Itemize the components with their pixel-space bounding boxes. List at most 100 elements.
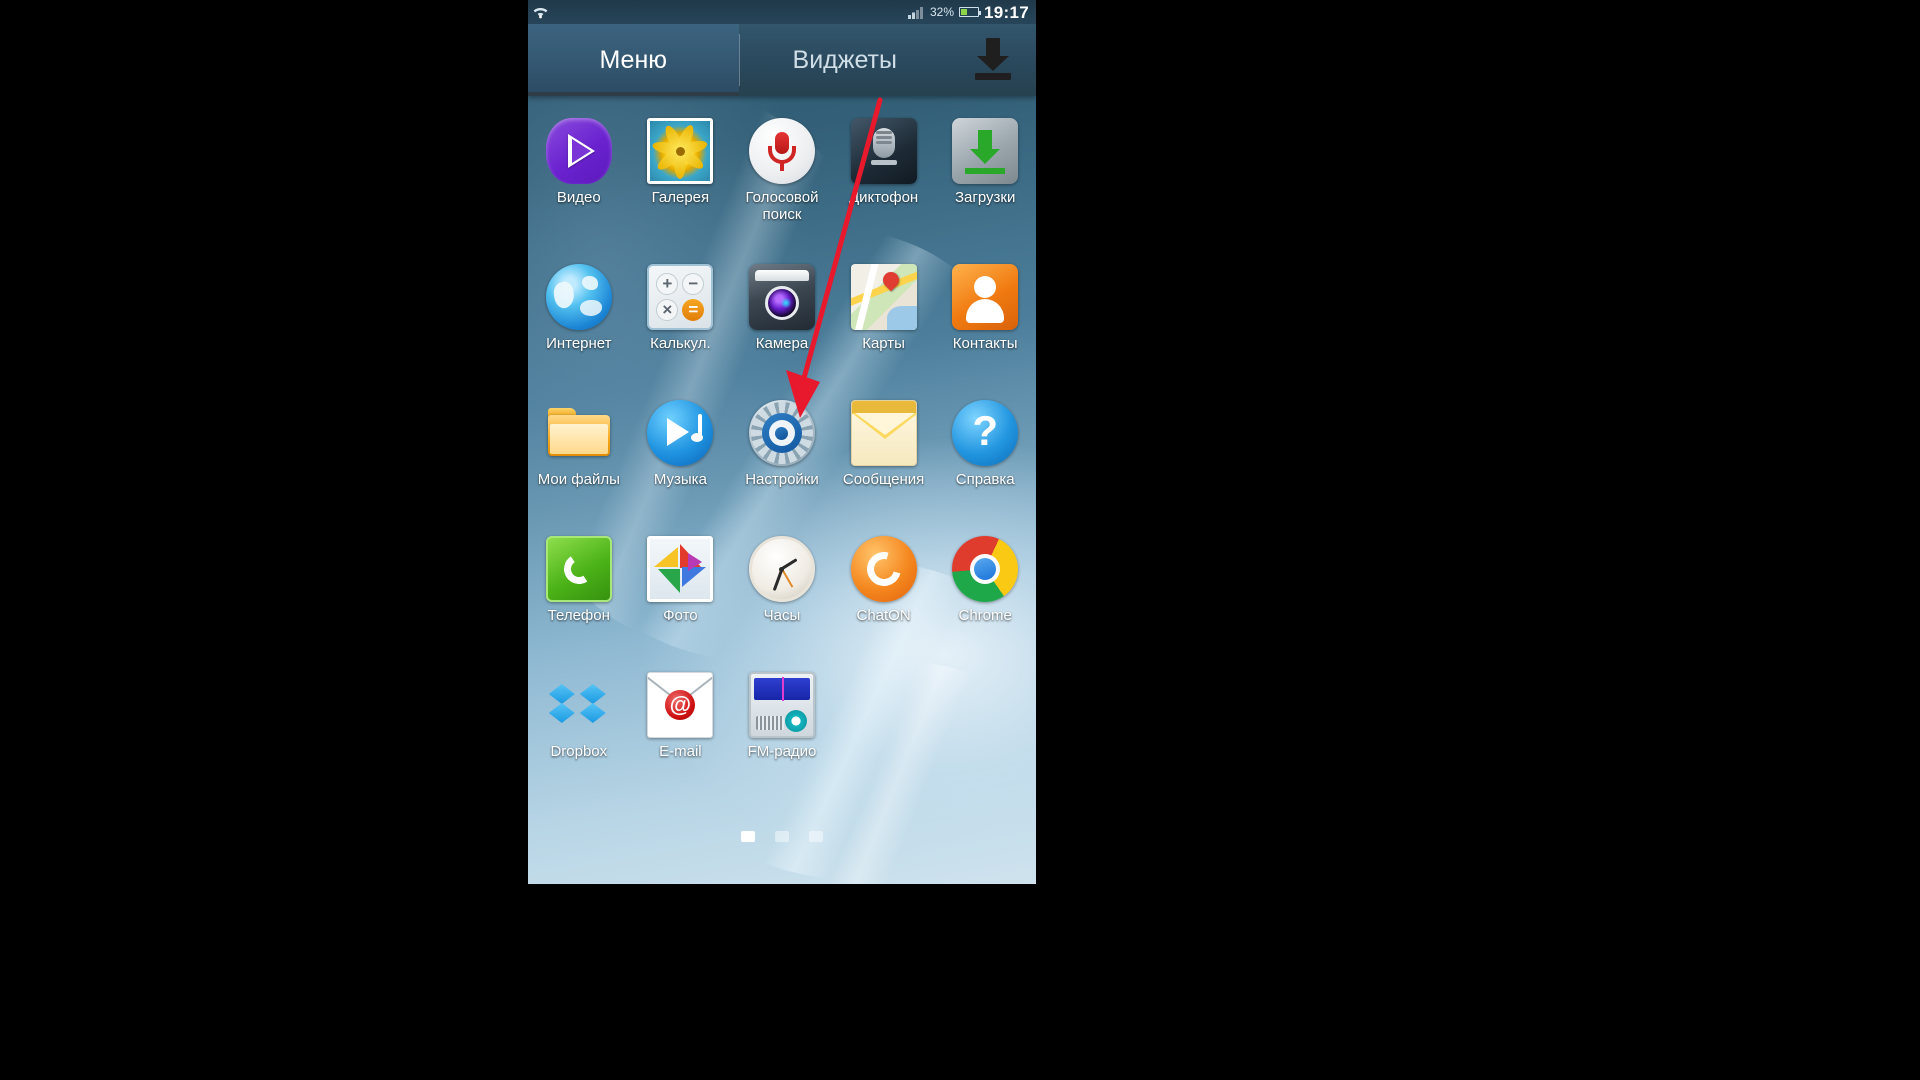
settings-gear-icon bbox=[748, 400, 815, 466]
app-item-video[interactable]: Видео bbox=[528, 118, 630, 224]
app-label: E-mail bbox=[659, 743, 702, 760]
app-item-empty bbox=[934, 672, 1036, 761]
app-label: Сообщения bbox=[842, 471, 925, 488]
app-item-phone[interactable]: Телефон bbox=[528, 536, 630, 625]
photos-pinwheel-icon bbox=[647, 536, 714, 602]
screenshot-stage: 32% 19:17 Меню Виджеты Видео Галерея Гол… bbox=[0, 0, 1920, 1080]
app-label: Камера bbox=[755, 335, 809, 352]
page-dot-3[interactable] bbox=[809, 831, 823, 842]
contacts-icon bbox=[952, 264, 1019, 330]
clock-icon bbox=[748, 536, 815, 602]
app-item-recorder[interactable]: Диктофон bbox=[833, 118, 935, 224]
at-glyph: @ bbox=[665, 690, 696, 720]
app-label: Музыка bbox=[653, 471, 707, 488]
status-bar-left bbox=[528, 5, 549, 19]
voice-recorder-icon bbox=[850, 118, 917, 184]
app-item-messaging[interactable]: Сообщения bbox=[833, 400, 935, 489]
app-label: Диктофон bbox=[848, 189, 919, 206]
app-row: Dropbox @ E-mail FM-радио bbox=[528, 672, 1036, 761]
status-bar[interactable]: 32% 19:17 bbox=[528, 0, 1036, 24]
chrome-icon bbox=[952, 536, 1019, 602]
tab-widgets-label: Виджеты bbox=[792, 45, 897, 74]
voice-search-icon bbox=[748, 118, 815, 184]
help-question-icon: ? bbox=[952, 400, 1019, 466]
app-label: Фото bbox=[663, 607, 698, 624]
downloads-icon bbox=[952, 118, 1019, 184]
app-item-music[interactable]: Музыка bbox=[630, 400, 732, 489]
app-label: Галерея bbox=[651, 189, 710, 206]
app-item-internet[interactable]: Интернет bbox=[528, 264, 630, 353]
page-dot-1[interactable] bbox=[741, 831, 755, 842]
app-item-downloads[interactable]: Загрузки bbox=[934, 118, 1036, 224]
app-label: Справка bbox=[955, 471, 1015, 488]
app-item-contacts[interactable]: Контакты bbox=[934, 264, 1036, 353]
app-item-chrome[interactable]: Chrome bbox=[934, 536, 1036, 625]
tab-menu[interactable]: Меню bbox=[528, 24, 739, 96]
gallery-icon bbox=[647, 118, 714, 184]
app-label: FM-радио bbox=[747, 743, 817, 760]
signal-bars-icon bbox=[907, 7, 923, 19]
chaton-icon bbox=[850, 536, 917, 602]
app-label: Интернет bbox=[546, 335, 612, 352]
app-row: Видео Галерея Голосовой поиск Диктофон З… bbox=[528, 118, 1036, 224]
email-at-icon: @ bbox=[647, 672, 714, 738]
app-row: Интернет + − × = Калькул. Камера Карты К… bbox=[528, 264, 1036, 353]
app-label: Мои файлы bbox=[537, 471, 620, 488]
music-player-icon bbox=[647, 400, 714, 466]
app-label: Голосовой поиск bbox=[745, 189, 819, 223]
app-label: Часы bbox=[763, 607, 801, 624]
battery-icon bbox=[959, 7, 982, 17]
app-grid: Видео Галерея Голосовой поиск Диктофон З… bbox=[528, 96, 1036, 836]
app-item-email[interactable]: @ E-mail bbox=[630, 672, 732, 761]
app-label: Видео bbox=[556, 189, 601, 206]
messaging-envelope-icon bbox=[850, 400, 917, 466]
app-label: Загрузки bbox=[954, 189, 1016, 206]
wifi-icon bbox=[533, 7, 548, 19]
fm-radio-icon bbox=[748, 672, 815, 738]
app-item-camera[interactable]: Камера bbox=[731, 264, 833, 353]
app-row: Мои файлы Музыка Настройки Сообщения ? С… bbox=[528, 400, 1036, 489]
app-item-dropbox[interactable]: Dropbox bbox=[528, 672, 630, 761]
app-item-maps[interactable]: Карты bbox=[833, 264, 935, 353]
clock-label: 19:17 bbox=[984, 2, 1029, 22]
dropbox-icon bbox=[546, 672, 612, 738]
page-dot-2[interactable] bbox=[775, 831, 789, 842]
app-label: Настройки bbox=[745, 471, 819, 488]
app-item-help[interactable]: ? Справка bbox=[934, 400, 1036, 489]
page-indicator bbox=[528, 831, 1036, 842]
app-item-gallery[interactable]: Галерея bbox=[630, 118, 732, 224]
app-item-clock[interactable]: Часы bbox=[731, 536, 833, 625]
calculator-icon: + − × = bbox=[647, 264, 714, 330]
tab-widgets[interactable]: Виджеты bbox=[740, 24, 951, 96]
app-label: Контакты bbox=[952, 335, 1018, 352]
calc-equals-key: = bbox=[682, 299, 705, 321]
app-item-voice-search[interactable]: Голосовой поиск bbox=[731, 118, 833, 224]
app-label: Dropbox bbox=[550, 743, 608, 760]
download-icon bbox=[973, 38, 1013, 82]
maps-icon bbox=[850, 264, 917, 330]
calc-plus-key: + bbox=[656, 273, 679, 295]
app-item-photos[interactable]: Фото bbox=[630, 536, 732, 625]
app-label: ChatON bbox=[856, 607, 911, 624]
drawer-tab-bar: Меню Виджеты bbox=[528, 24, 1036, 96]
app-item-empty bbox=[833, 672, 935, 761]
app-item-fm-radio[interactable]: FM-радио bbox=[731, 672, 833, 761]
internet-browser-icon bbox=[545, 264, 612, 330]
my-files-folder-icon bbox=[546, 400, 612, 466]
app-label: Телефон bbox=[547, 607, 610, 624]
app-item-my-files[interactable]: Мои файлы bbox=[528, 400, 630, 489]
calc-times-key: × bbox=[656, 299, 679, 321]
app-label: Калькул. bbox=[650, 335, 711, 352]
phone-screen: 32% 19:17 Меню Виджеты Видео Галерея Гол… bbox=[528, 0, 1036, 884]
app-label: Карты bbox=[862, 335, 905, 352]
app-item-calculator[interactable]: + − × = Калькул. bbox=[630, 264, 732, 353]
app-label: Chrome bbox=[958, 607, 1012, 624]
camera-icon bbox=[748, 264, 815, 330]
tab-menu-label: Меню bbox=[599, 45, 668, 74]
app-item-settings[interactable]: Настройки bbox=[731, 400, 833, 489]
download-button[interactable] bbox=[950, 24, 1036, 96]
video-player-icon bbox=[545, 118, 612, 184]
app-row: Телефон Фото Часы ChatON Chrome bbox=[528, 536, 1036, 625]
status-bar-right: 32% 19:17 bbox=[907, 2, 1036, 22]
app-item-chaton[interactable]: ChatON bbox=[833, 536, 935, 625]
